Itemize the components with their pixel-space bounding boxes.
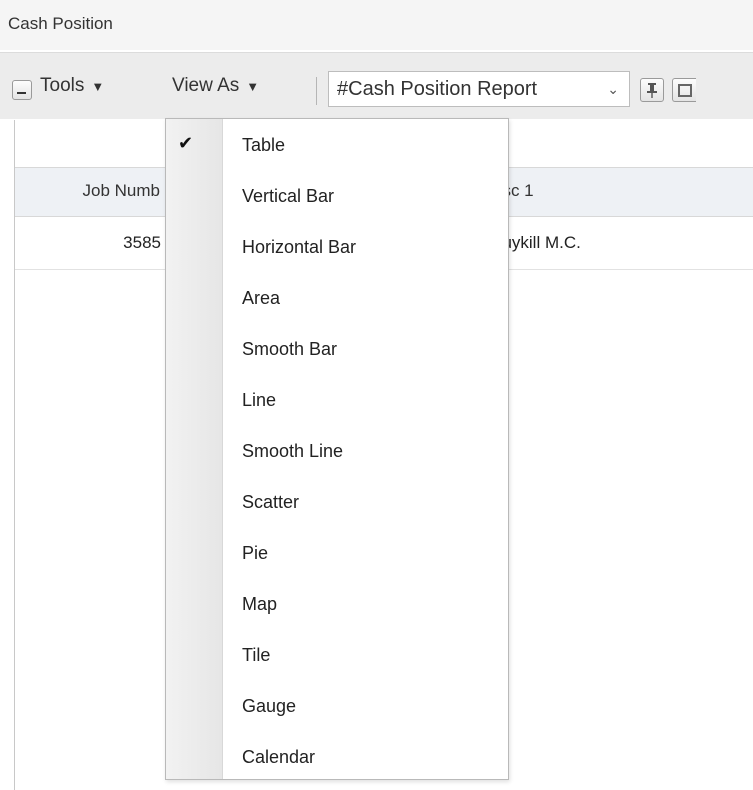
- view-as-label: View As: [172, 75, 240, 96]
- toolbar: Tools ▼ View As ▼ #Cash Position Report …: [0, 52, 753, 119]
- menu-item-label: Tile: [242, 645, 271, 665]
- menu-item-label: Gauge: [242, 696, 297, 716]
- menu-item-vertical-bar[interactable]: Vertical Bar: [166, 172, 508, 222]
- menu-item-gauge[interactable]: Gauge: [166, 682, 508, 732]
- menu-item-label: Line: [242, 390, 277, 410]
- save-icon[interactable]: [672, 78, 696, 102]
- column-header-job-number[interactable]: Job Numb: [15, 181, 160, 201]
- pin-icon[interactable]: [640, 78, 664, 102]
- menu-item-label: Calendar: [242, 747, 316, 767]
- cell-job-number: 3585: [123, 233, 161, 252]
- chevron-down-icon: ⌄: [607, 81, 619, 97]
- tools-label: Tools: [40, 75, 85, 96]
- menu-item-tile[interactable]: Tile: [166, 631, 508, 681]
- menu-item-label: Area: [242, 288, 281, 308]
- caret-down-icon: ▼: [91, 78, 105, 94]
- report-select-value: #Cash Position Report: [337, 78, 538, 100]
- menu-item-pie[interactable]: Pie: [166, 529, 508, 579]
- menu-item-label: Table: [242, 135, 286, 155]
- menu-item-calendar[interactable]: Calendar: [166, 733, 508, 783]
- menu-item-label: Smooth Bar: [242, 339, 338, 359]
- report-select[interactable]: #Cash Position Report ⌄: [328, 71, 630, 107]
- menu-item-scatter[interactable]: Scatter: [166, 478, 508, 528]
- tools-menu-button[interactable]: Tools ▼: [40, 75, 104, 97]
- menu-item-label: Scatter: [242, 492, 300, 512]
- menu-item-table[interactable]: ✔ Table: [166, 121, 508, 171]
- menu-item-label: Map: [242, 594, 278, 614]
- menu-item-label: Pie: [242, 543, 269, 563]
- caret-down-icon: ▼: [246, 78, 260, 94]
- window-title-bar: Cash Position: [0, 0, 753, 50]
- menu-item-smooth-line[interactable]: Smooth Line: [166, 427, 508, 477]
- checkmark-icon: ✔: [178, 133, 194, 153]
- menu-item-label: Horizontal Bar: [242, 237, 357, 257]
- menu-item-label: Vertical Bar: [242, 186, 335, 206]
- menu-item-label: Smooth Line: [242, 441, 344, 461]
- collapse-icon[interactable]: [12, 80, 32, 100]
- menu-item-area[interactable]: Area: [166, 274, 508, 324]
- toolbar-separator: [316, 77, 317, 105]
- menu-item-line[interactable]: Line: [166, 376, 508, 426]
- view-as-menu-button[interactable]: View As ▼: [172, 75, 259, 97]
- menu-item-horizontal-bar[interactable]: Horizontal Bar: [166, 223, 508, 273]
- menu-item-smooth-bar[interactable]: Smooth Bar: [166, 325, 508, 375]
- window-title: Cash Position: [8, 14, 113, 33]
- menu-item-map[interactable]: Map: [166, 580, 508, 630]
- view-as-dropdown-menu: ✔ Table Vertical Bar Horizontal Bar Area…: [165, 118, 509, 780]
